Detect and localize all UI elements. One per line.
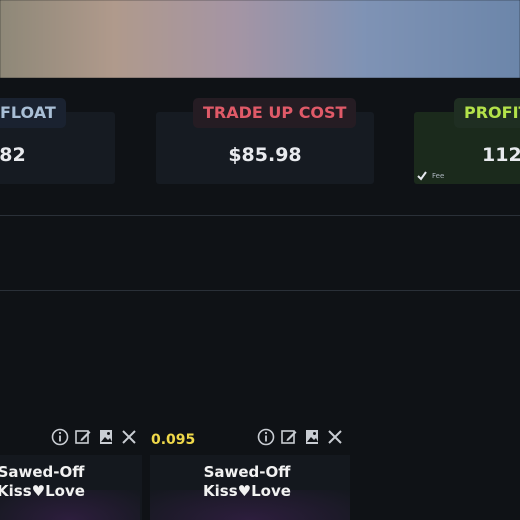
- profit-stat-label: PROFIT: [454, 98, 520, 128]
- edit-icon[interactable]: [280, 428, 298, 446]
- item-name: Sawed-Off Kiss♥Love: [0, 463, 116, 501]
- profit-stat-value: 112: [482, 144, 520, 166]
- close-icon[interactable]: [120, 428, 138, 446]
- info-icon[interactable]: [51, 428, 69, 446]
- image-icon[interactable]: [97, 428, 115, 446]
- close-icon[interactable]: [326, 428, 344, 446]
- fee-label: Fee: [432, 172, 445, 180]
- item-actions: [257, 428, 344, 448]
- divider: [0, 215, 520, 216]
- item-name-line2: Kiss♥Love: [203, 482, 291, 500]
- divider: [0, 290, 520, 291]
- item-name-line2: Kiss♥Love: [0, 482, 85, 500]
- info-icon[interactable]: [257, 428, 275, 446]
- trade-up-cost-label: TRADE UP COST: [193, 98, 357, 128]
- item-name-line1: Sawed-Off: [0, 463, 85, 481]
- edit-icon[interactable]: [74, 428, 92, 446]
- item-name: Sawed-Off Kiss♥Love: [172, 463, 322, 501]
- fee-checkbox[interactable]: [417, 171, 427, 181]
- item-name-line1: Sawed-Off: [203, 463, 291, 481]
- float-stat-label: FLOAT: [0, 98, 66, 128]
- item-float-value: 0.095: [151, 432, 196, 448]
- item-actions: [51, 428, 138, 448]
- image-icon[interactable]: [303, 428, 321, 446]
- top-banner-image: [0, 0, 520, 78]
